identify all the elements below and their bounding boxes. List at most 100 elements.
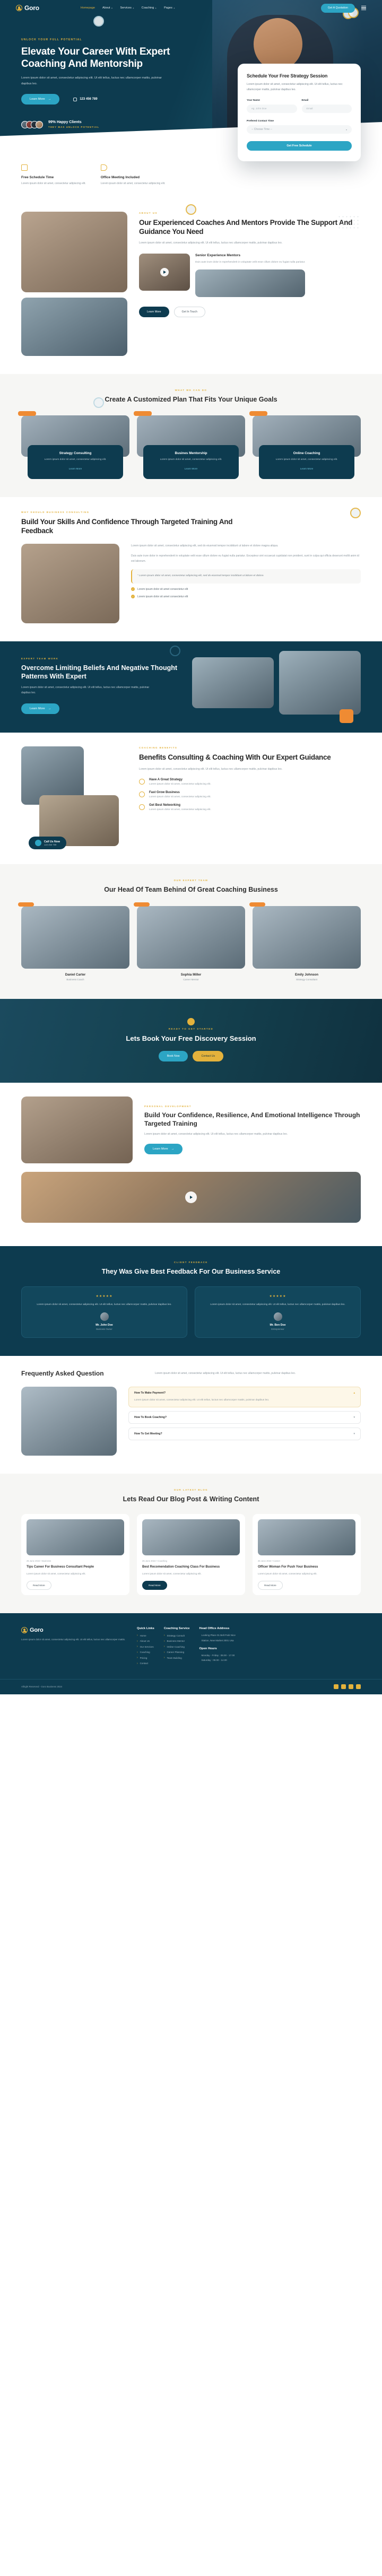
plan-card-title: Strategy Consulting [59,451,92,456]
contact-time-value: -- Choose Time -- [251,128,272,132]
name-input[interactable]: eg. John Doe [247,105,297,114]
book-session-section: READY TO GET STARTED Lets Book Your Free… [0,998,382,1083]
brand-logo[interactable]: Goro [16,4,39,12]
play-icon[interactable] [160,268,169,277]
blog-post-card[interactable]: 25 June 2024 • Career Officer Woman For … [253,1513,361,1596]
nav-item-coaching[interactable]: Coaching + [142,6,157,10]
faq-question: How To Book Coaching? [134,1415,167,1419]
decor-ring [93,397,104,408]
call-us-badge[interactable]: Call Us Now 123 456 789 [29,837,66,850]
decor-ring [170,646,180,657]
confidence-eyebrow: PERSONAL DEVELOPMENT [144,1105,192,1108]
faq-question: How To Get Meeting? [134,1432,162,1435]
benefit-title: Have A Great Strategy [149,778,183,782]
blog-read-more-button[interactable]: Read More [142,1581,167,1590]
team-title: Our Head Of Team Behind Of Great Coachin… [104,886,278,894]
beliefs-eyebrow: EXPERT TEAM WORK [21,657,59,660]
user-circle-icon [21,1627,28,1634]
facebook-icon[interactable] [334,1684,338,1690]
mentor-video-thumb[interactable] [139,254,190,291]
nav-item-homepage[interactable]: Homepage [81,6,95,10]
confidence-desc: Lorem ipsum dolor sit amet, consectetur … [144,1133,288,1136]
team-member-name: Daniel Carter [65,972,86,977]
plan-card-link[interactable]: Learn More [69,468,82,471]
twitter-icon[interactable] [341,1684,346,1690]
nav-item-services[interactable]: Services + [120,6,134,10]
footer-link[interactable]: Strategy Consult [164,1634,190,1637]
plan-eyebrow: WHAT WE CAN DO [175,389,207,392]
footer-link[interactable]: Business Mentor [164,1640,190,1643]
network-icon [139,804,145,811]
skills-paragraph-1: Lorem ipsum dolor sit amet, consectetur … [131,544,279,548]
blog-post-card[interactable]: 25 June 2024 • Business Tips Career For … [21,1513,129,1596]
site-footer: Goro Lorem ipsum dolor sit amet, consect… [0,1613,382,1695]
hero-eyebrow: UNLOCK YOUR FULL POTENTIAL [21,38,82,41]
plan-section: WHAT WE CAN DO Create A Customized Plan … [0,374,382,498]
benefits-desc: Lorem ipsum dolor sit amet, consectetur … [139,767,283,771]
email-input[interactable]: Email [301,105,352,114]
blog-read-more-button[interactable]: Read More [27,1581,51,1590]
blog-post-card[interactable]: 25 June 2024 • Coaching Best Recomendati… [137,1513,245,1596]
footer-link[interactable]: Online Coaching [164,1645,190,1648]
book-now-button[interactable]: Book Now [158,1050,188,1061]
chevron-up-icon[interactable]: ▴ [353,1391,355,1395]
faq-item[interactable]: How To Get Meeting? ▾ [128,1427,361,1440]
feature-desc: Lorem ipsum dolor sit amet, consectetur … [21,182,86,186]
benefit-desc: Lorem ipsum dolor sit amet, consectetur … [149,783,211,786]
footer-logo[interactable]: Goro [21,1627,127,1634]
get-quotation-button[interactable]: Get A Quotation [320,3,355,13]
confidence-learn-more-button[interactable]: Learn More → [144,1144,183,1155]
footer-hours-line: Monday - Friday : 08.00 - 17.00 [201,1653,235,1657]
footer-link[interactable]: Home [137,1634,154,1637]
chevron-down-icon[interactable]: ▾ [353,1432,355,1435]
benefit-desc: Lorem ipsum dolor sit amet, consectetur … [149,808,211,812]
benefit-item: Fast Grow Business Lorem ipsum dolor sit… [139,791,361,798]
decor-orange-tab [18,411,36,416]
hamburger-icon[interactable] [361,6,366,10]
contact-us-button[interactable]: Contact Us [193,1050,224,1061]
blog-read-more-button[interactable]: Read More [258,1581,283,1590]
testimonials-eyebrow: CLIENT FEEDBACK [174,1260,208,1264]
team-member-role: Business Coach [66,978,84,981]
feature-desc: Lorem ipsum dolor sit amet, consectetur … [100,182,166,186]
about-learn-more-button[interactable]: Learn More [139,307,169,318]
faq-item[interactable]: How To Book Coaching? ▾ [128,1411,361,1424]
nav-item-pages[interactable]: Pages + [164,6,175,10]
footer-link[interactable]: Pricing [137,1656,154,1659]
benefit-item: Get Best Networking Lorem ipsum dolor si… [139,804,361,811]
avatar [273,1312,282,1321]
plan-card-link[interactable]: Learn More [185,468,198,471]
chevron-down-icon[interactable]: ▾ [353,1416,355,1419]
footer-link[interactable]: Team Building [164,1656,190,1659]
plan-card-link[interactable]: Learn More [300,468,314,471]
about-contact-button[interactable]: Get In Touch [173,307,205,318]
video-banner[interactable] [21,1171,361,1223]
contact-time-select[interactable]: -- Choose Time -- ▾ [247,125,352,134]
linkedin-icon[interactable] [356,1684,361,1690]
hero-learn-more-button[interactable]: Learn More → [21,94,60,105]
play-icon[interactable] [185,1191,197,1203]
book-title: Lets Book Your Free Discovery Session [126,1034,256,1042]
decor-blue-square [16,606,39,629]
clients-subtitle: THEY MAS UNLOCK POTENTIAL [48,126,100,129]
get-free-schedule-button[interactable]: Get Free Schedule [247,141,352,151]
footer-hours-line: Saturday : 09.00 - 14.00 [201,1659,227,1662]
decor-ring [186,204,196,215]
footer-link[interactable]: Contact [137,1662,154,1665]
faq-question: How To Make Payment? [134,1391,166,1395]
testimonial-quote: Lorem ipsum dolor sit amet, consectetur … [37,1303,172,1306]
nav-item-about[interactable]: About + [102,6,112,10]
hero-phone[interactable]: 123 456 789 [73,97,98,101]
footer-link[interactable]: Career Planning [164,1651,190,1654]
decor-ring [350,508,361,519]
beliefs-learn-more-button[interactable]: Learn More → [21,703,60,715]
footer-link[interactable]: Coaching [137,1651,154,1654]
beliefs-title: Overcome Limiting Beliefs And Negative T… [21,664,178,681]
instagram-icon[interactable] [349,1684,353,1690]
footer-coaching-title: Coaching Service [163,1627,190,1631]
footer-link[interactable]: Our Services [137,1645,154,1648]
plan-card-title: Busines Mentorship [175,451,207,456]
rating-stars: ★★★★★ [269,1294,286,1298]
footer-link[interactable]: About Us [137,1640,154,1643]
faq-item[interactable]: How To Make Payment? ▴ Lorem ipsum dolor… [128,1386,361,1407]
